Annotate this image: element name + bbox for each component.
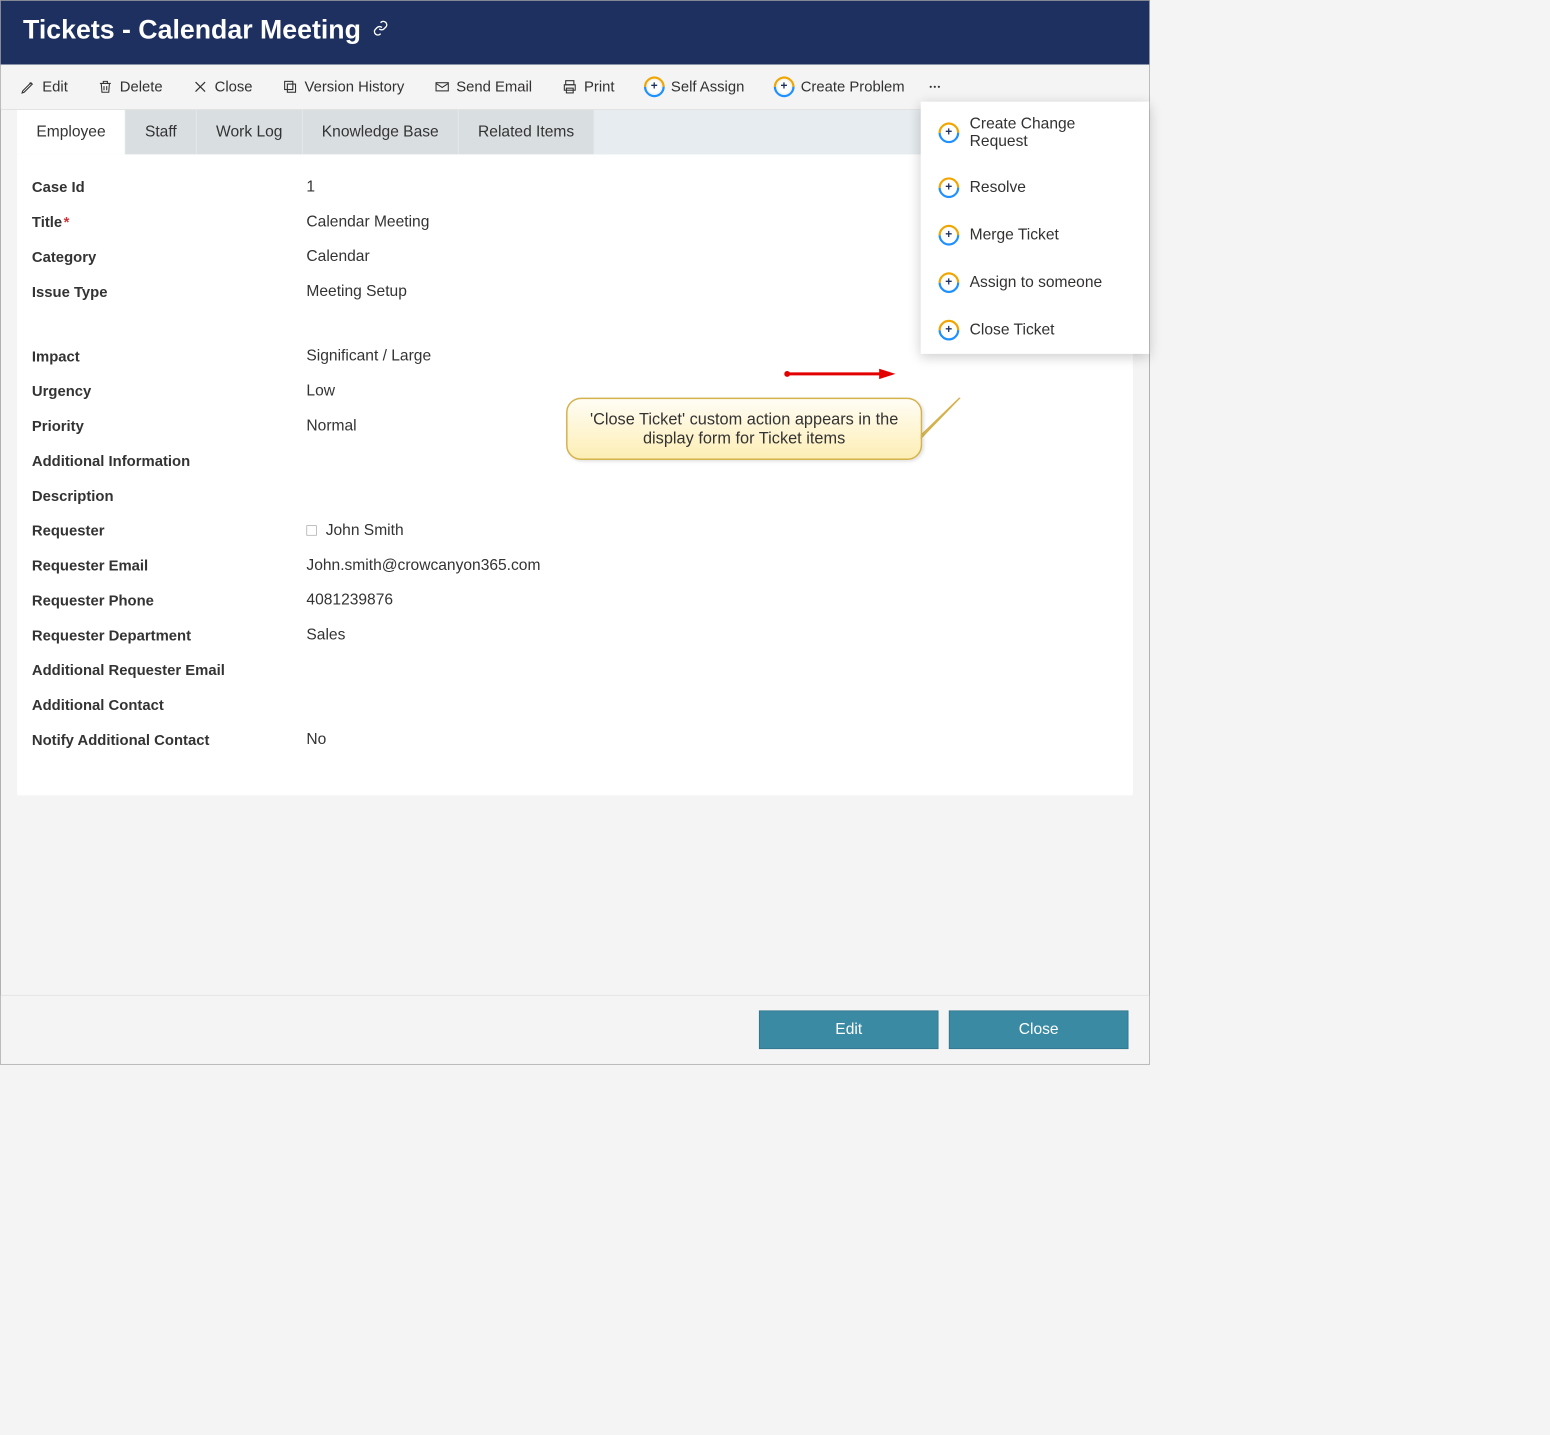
field-label-requester-phone: Requester Phone xyxy=(32,591,307,610)
version-history-label: Version History xyxy=(304,78,404,95)
field-label-additional-info: Additional Information xyxy=(32,452,307,471)
presence-indicator-icon xyxy=(306,526,316,536)
dropdown-resolve[interactable]: Resolve xyxy=(921,164,1150,211)
tab-related-items[interactable]: Related Items xyxy=(459,110,594,155)
delete-button[interactable]: Delete xyxy=(89,74,172,100)
link-icon[interactable] xyxy=(373,20,389,40)
action-icon xyxy=(934,315,963,344)
field-label-requester: Requester xyxy=(32,522,307,541)
close-button[interactable]: Close xyxy=(183,74,261,100)
field-label-title: Title* xyxy=(32,213,307,232)
page-title: Tickets - Calendar Meeting xyxy=(23,14,361,45)
edit-button[interactable]: Edit xyxy=(11,74,77,100)
dropdown-label: Close Ticket xyxy=(970,321,1055,339)
print-button[interactable]: Print xyxy=(553,74,624,100)
field-value-requester-email: John.smith@crowcanyon365.com xyxy=(306,556,540,574)
create-problem-button[interactable]: Create Problem xyxy=(765,72,913,102)
field-label-urgency: Urgency xyxy=(32,382,307,401)
field-label-issue-type: Issue Type xyxy=(32,283,307,302)
send-email-button[interactable]: Send Email xyxy=(425,74,541,100)
footer-close-button[interactable]: Close xyxy=(949,1010,1129,1049)
send-email-label: Send Email xyxy=(456,78,532,95)
field-value-notify-additional-contact: No xyxy=(306,731,326,749)
dropdown-close-ticket[interactable]: Close Ticket xyxy=(921,306,1150,353)
callout-tail xyxy=(916,398,975,443)
action-icon xyxy=(770,72,799,101)
toolbar: Edit Delete Close Version History Send E… xyxy=(1,65,1149,110)
delete-label: Delete xyxy=(120,78,163,95)
create-problem-label: Create Problem xyxy=(801,78,905,95)
arrow-annotation xyxy=(784,367,895,380)
dropdown-label: Resolve xyxy=(970,179,1026,197)
field-label-category: Category xyxy=(32,248,307,267)
mail-icon xyxy=(434,79,450,95)
footer: Edit Close xyxy=(1,995,1149,1064)
field-value-issue-type: Meeting Setup xyxy=(306,283,406,301)
field-value-title: Calendar Meeting xyxy=(306,213,429,231)
field-value-category: Calendar xyxy=(306,248,369,266)
pencil-icon xyxy=(20,79,36,95)
tab-employee[interactable]: Employee xyxy=(17,110,126,155)
close-label: Close xyxy=(215,78,253,95)
trash-icon xyxy=(98,79,114,95)
field-label-notify-additional-contact: Notify Additional Contact xyxy=(32,731,307,750)
dropdown-assign-to-someone[interactable]: Assign to someone xyxy=(921,259,1150,306)
field-label-requester-email: Requester Email xyxy=(32,556,307,575)
field-value-requester-phone: 4081239876 xyxy=(306,591,393,609)
field-value-priority: Normal xyxy=(306,417,356,435)
field-value-requester: John Smith xyxy=(306,522,403,540)
self-assign-label: Self Assign xyxy=(671,78,744,95)
tab-work-log[interactable]: Work Log xyxy=(197,110,303,155)
field-value-urgency: Low xyxy=(306,382,335,400)
overflow-dropdown: Create Change Request Resolve Merge Tick… xyxy=(921,102,1150,354)
tab-staff[interactable]: Staff xyxy=(126,110,197,155)
footer-edit-button[interactable]: Edit xyxy=(759,1010,939,1049)
dropdown-label: Create Change Request xyxy=(970,115,1132,151)
field-value-case-id: 1 xyxy=(306,178,315,196)
action-icon xyxy=(640,72,669,101)
x-icon xyxy=(192,79,208,95)
field-label-impact: Impact xyxy=(32,347,307,366)
action-icon xyxy=(934,220,963,249)
dropdown-merge-ticket[interactable]: Merge Ticket xyxy=(921,211,1150,258)
field-label-description: Description xyxy=(32,487,307,506)
tab-knowledge-base[interactable]: Knowledge Base xyxy=(302,110,458,155)
callout-annotation: 'Close Ticket' custom action appears in … xyxy=(566,398,922,460)
self-assign-button[interactable]: Self Assign xyxy=(635,72,753,102)
print-icon xyxy=(562,79,578,95)
action-icon xyxy=(934,173,963,202)
field-label-requester-department: Requester Department xyxy=(32,626,307,645)
dropdown-create-change-request[interactable]: Create Change Request xyxy=(921,102,1150,164)
field-value-requester-department: Sales xyxy=(306,626,345,644)
version-history-button[interactable]: Version History xyxy=(273,74,413,100)
versions-icon xyxy=(282,79,298,95)
field-label-case-id: Case Id xyxy=(32,178,307,197)
print-label: Print xyxy=(584,78,615,95)
dropdown-label: Merge Ticket xyxy=(970,226,1059,244)
field-label-additional-contact: Additional Contact xyxy=(32,696,307,715)
page-header: Tickets - Calendar Meeting xyxy=(1,1,1149,65)
field-label-additional-requester-email: Additional Requester Email xyxy=(32,661,307,680)
ellipsis-icon xyxy=(927,79,943,95)
overflow-button[interactable] xyxy=(918,74,952,99)
action-icon xyxy=(934,268,963,297)
field-value-impact: Significant / Large xyxy=(306,347,431,365)
action-icon xyxy=(934,118,963,147)
dropdown-label: Assign to someone xyxy=(970,274,1103,292)
edit-label: Edit xyxy=(42,78,68,95)
field-label-priority: Priority xyxy=(32,417,307,436)
